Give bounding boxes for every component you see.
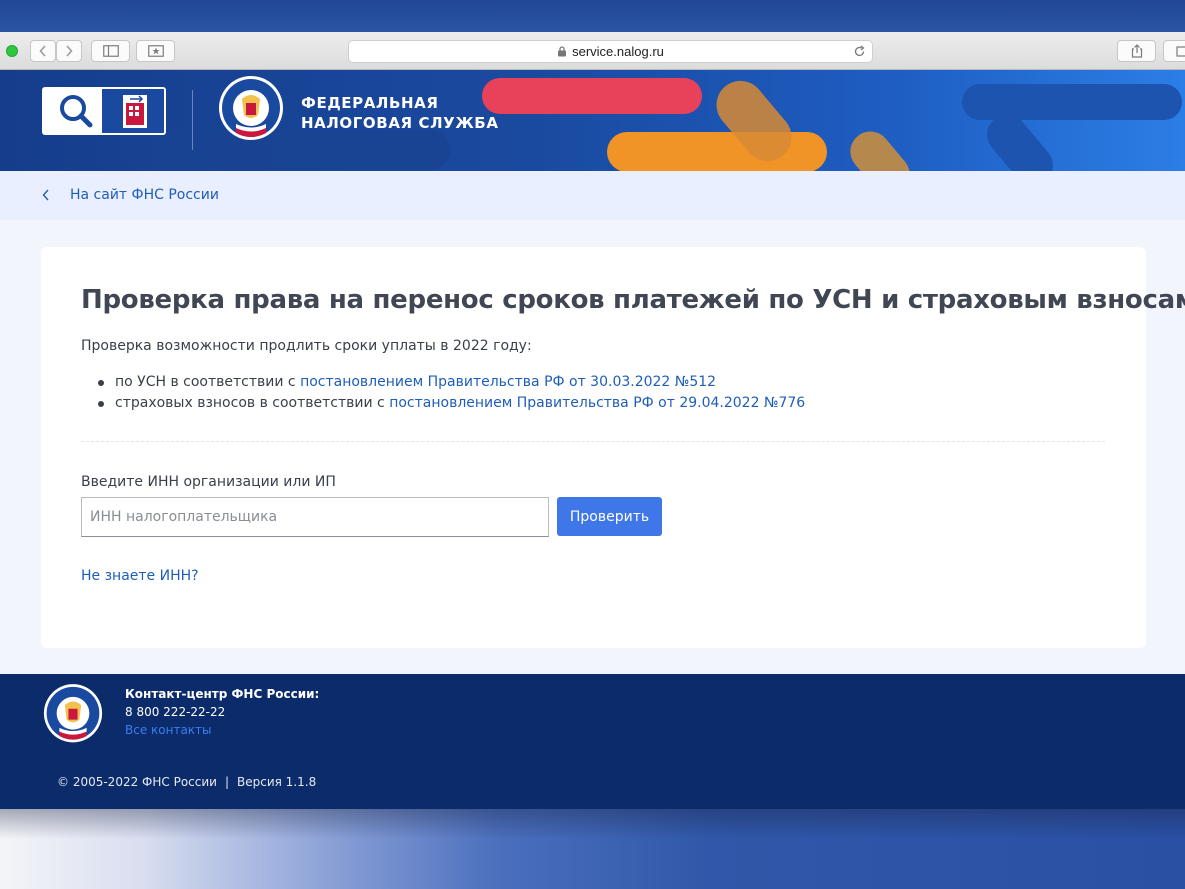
banner-decoration xyxy=(120,130,450,170)
address-bar-url: service.nalog.ru xyxy=(572,44,664,59)
banner-decoration xyxy=(607,132,827,171)
banner-decoration xyxy=(842,123,918,171)
org-name-line1: ФЕДЕРАЛЬНАЯ xyxy=(301,94,439,112)
search-calendar-logo-icon xyxy=(60,89,164,133)
bookmarks-button[interactable] xyxy=(136,40,175,62)
chevron-right-icon xyxy=(66,45,73,57)
legal-basis-list: по УСН в соответствии с постановлением П… xyxy=(97,372,805,414)
browser-back-button[interactable] xyxy=(30,40,56,62)
list-item-text: страховых взносов в соответствии с xyxy=(115,395,390,411)
page-title: Проверка права на перенос сроков платеже… xyxy=(81,285,1185,315)
contact-phone[interactable]: 8 800 222-22-22 xyxy=(125,705,225,719)
tabs-icon xyxy=(1175,46,1185,57)
copyright-line: © 2005-2022 ФНС России | Версия 1.1.8 xyxy=(57,775,316,789)
bookmark-star-icon xyxy=(147,45,164,57)
section-divider xyxy=(81,441,1105,442)
list-item: по УСН в соответствии с постановлением П… xyxy=(97,372,805,393)
contact-center-title: Контакт-центр ФНС России: xyxy=(125,687,320,701)
list-item: страховых взносов в соответствии с поста… xyxy=(97,393,805,414)
sidebar-toggle-button[interactable] xyxy=(91,40,130,62)
browser-forward-button[interactable] xyxy=(56,40,82,62)
desktop-background-top xyxy=(0,0,1185,32)
decree-776-link[interactable]: постановлением Правительства РФ от 29.04… xyxy=(389,395,805,411)
share-button[interactable] xyxy=(1117,40,1156,62)
address-bar[interactable]: service.nalog.ru xyxy=(348,40,873,63)
all-contacts-link[interactable]: Все контакты xyxy=(125,723,212,737)
check-form-card: Проверка права на перенос сроков платеже… xyxy=(41,247,1185,648)
service-logo[interactable] xyxy=(42,87,166,135)
check-button[interactable]: Проверить xyxy=(557,497,662,536)
org-name-line2: НАЛОГОВАЯ СЛУЖБА xyxy=(301,114,499,132)
reload-icon[interactable] xyxy=(853,45,866,58)
chevron-left-icon xyxy=(42,189,49,201)
banner-decoration xyxy=(482,78,702,114)
back-link-label: На сайт ФНС России xyxy=(70,187,219,203)
chevron-left-icon xyxy=(39,45,46,57)
version-text: Версия 1.1.8 xyxy=(237,775,317,789)
back-to-fns-link[interactable]: На сайт ФНС России xyxy=(42,187,219,203)
list-item-text: по УСН в соответствии с xyxy=(115,374,301,390)
lock-icon xyxy=(558,46,567,57)
tabs-overview-button[interactable] xyxy=(1163,40,1185,62)
share-icon xyxy=(1131,44,1142,58)
back-navigation-bar: На сайт ФНС России xyxy=(0,171,1185,220)
sidebar-icon xyxy=(102,45,119,57)
desktop-background-bottom xyxy=(0,809,1185,889)
window-zoom-button[interactable] xyxy=(6,45,18,57)
footer-separator: | xyxy=(224,775,230,789)
web-page: ФЕДЕРАЛЬНАЯ НАЛОГОВАЯ СЛУЖБА На сайт ФНС… xyxy=(0,70,1185,809)
forgot-inn-link[interactable]: Не знаете ИНН? xyxy=(81,568,199,584)
fns-emblem-icon[interactable] xyxy=(218,75,284,147)
browser-toolbar: service.nalog.ru xyxy=(0,32,1185,70)
site-header-banner: ФЕДЕРАЛЬНАЯ НАЛОГОВАЯ СЛУЖБА xyxy=(0,70,1185,171)
org-name: ФЕДЕРАЛЬНАЯ НАЛОГОВАЯ СЛУЖБА xyxy=(301,93,499,133)
copyright-text: © 2005-2022 ФНС России xyxy=(57,775,217,789)
inn-field-label: Введите ИНН организации или ИП xyxy=(81,474,336,490)
fns-emblem-icon xyxy=(43,684,103,743)
banner-decoration xyxy=(962,84,1182,120)
decree-512-link[interactable]: постановлением Правительства РФ от 30.03… xyxy=(300,374,716,390)
inn-input[interactable] xyxy=(81,497,549,537)
header-separator xyxy=(192,90,193,150)
site-footer: Контакт-центр ФНС России: 8 800 222-22-2… xyxy=(0,674,1185,809)
intro-text: Проверка возможности продлить сроки упла… xyxy=(81,338,532,354)
